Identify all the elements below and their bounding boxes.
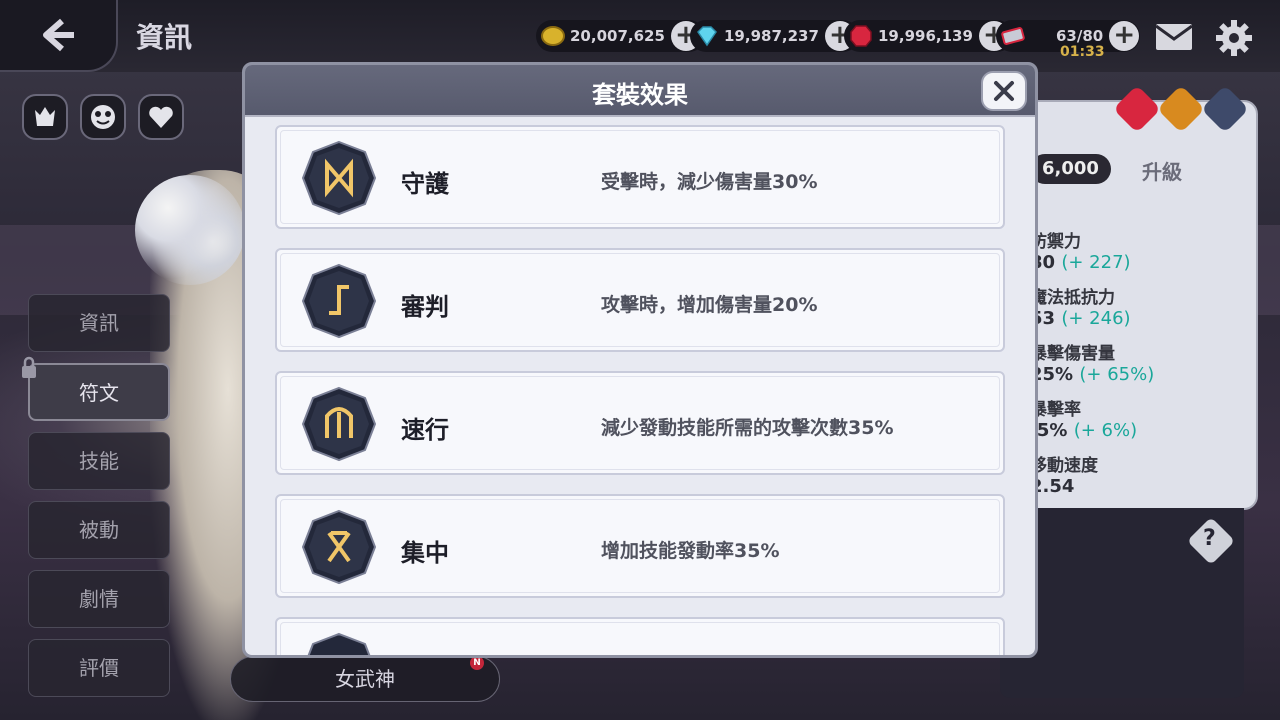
set-effect-row: 審判 攻擊時，增加傷害量20% bbox=[275, 248, 1005, 352]
back-button[interactable] bbox=[0, 0, 118, 72]
set-description: 受擊時，減少傷害量30% bbox=[601, 171, 818, 193]
set-description: 減少發動技能所需的攻擊次數35% bbox=[601, 417, 894, 439]
add-stamina-button[interactable]: + bbox=[1109, 21, 1140, 51]
stat-value: 25% (+ 65%) bbox=[1030, 364, 1154, 386]
back-arrow-icon bbox=[38, 15, 78, 55]
page-title: 資訊 bbox=[136, 21, 193, 54]
help-icon: ? bbox=[1203, 526, 1216, 551]
focus-rune-icon bbox=[301, 509, 377, 585]
heart-icon bbox=[149, 106, 173, 128]
set-effect-list: 守護 受擊時，減少傷害量30% 審判 攻擊時，增加傷害量20% 速行 減少發動技… bbox=[275, 125, 1007, 655]
ruby-counter: 19,996,139 + bbox=[844, 20, 1013, 52]
stat-value: 80 (+ 227) bbox=[1030, 252, 1154, 274]
stat-value: 2.54 bbox=[1030, 476, 1154, 498]
gear-icon[interactable] bbox=[1214, 18, 1254, 62]
diamond-icon bbox=[697, 26, 717, 47]
ruby-value: 19,996,139 bbox=[878, 27, 973, 45]
close-button[interactable] bbox=[981, 71, 1027, 111]
crown-face-icon bbox=[35, 107, 55, 126]
favorite-button[interactable] bbox=[138, 94, 184, 140]
gold-counter: 20,007,625 + bbox=[536, 20, 705, 52]
stat-bonus: (+ 246) bbox=[1061, 308, 1131, 329]
swift-rune-icon bbox=[301, 386, 377, 462]
diamond-value: 19,987,237 bbox=[724, 27, 819, 45]
set-name: 守護 bbox=[401, 170, 449, 198]
stat-name: 移動速度 bbox=[1030, 456, 1098, 476]
character-name-button[interactable]: 女武神 bbox=[230, 656, 500, 702]
upgrade-cost: 6,000 bbox=[1030, 154, 1111, 184]
set-description: 增加技能發動率35% bbox=[601, 540, 780, 562]
upgrade-button[interactable]: 升級 bbox=[1142, 156, 1182, 185]
set-name: 審判 bbox=[401, 293, 449, 321]
set-name: 速行 bbox=[401, 416, 449, 444]
character-flowers bbox=[135, 175, 245, 285]
costume-button[interactable] bbox=[22, 94, 68, 140]
stats-list: 防禦力 80 (+ 227) 魔法抵抗力 53 (+ 246) 暴擊傷害量 25… bbox=[1030, 232, 1154, 512]
set-effect-row: 速行 減少發動技能所需的攻擊次數35% bbox=[275, 371, 1005, 475]
lock-icon bbox=[20, 356, 38, 384]
set-effect-modal: 套裝效果 守護 受擊時，減少傷害量30% 審判 攻擊時，增加傷害量20% 速行 … bbox=[242, 62, 1038, 658]
stat-name: 暴擊率 bbox=[1030, 400, 1081, 420]
guard-rune-icon bbox=[301, 140, 377, 216]
stat-move-speed: 移動速度 2.54 bbox=[1030, 456, 1154, 498]
smile-face-icon bbox=[91, 105, 115, 129]
stat-crit-damage: 暴擊傷害量 25% (+ 65%) bbox=[1030, 344, 1154, 386]
stat-bonus: (+ 6%) bbox=[1073, 420, 1138, 441]
gold-value: 20,007,625 bbox=[570, 27, 665, 45]
close-icon bbox=[994, 81, 1014, 101]
set-description: 攻擊時，增加傷害量20% bbox=[601, 294, 818, 316]
modal-title: 套裝效果 bbox=[592, 81, 688, 109]
ruby-icon bbox=[850, 25, 872, 47]
set-effect-row: 守護 受擊時，減少傷害量30% bbox=[275, 125, 1005, 229]
new-badge: N bbox=[470, 656, 484, 670]
stat-name: 防禦力 bbox=[1030, 232, 1081, 252]
side-item-skill[interactable]: 技能 bbox=[28, 432, 170, 490]
stamina-value: 63/80 bbox=[1056, 27, 1104, 45]
ticket-icon bbox=[1001, 27, 1025, 45]
side-item-rune[interactable]: 符文 bbox=[28, 363, 170, 421]
stat-crit-rate: 暴擊率 .5% (+ 6%) bbox=[1030, 400, 1154, 442]
side-item-passive[interactable]: 被動 bbox=[28, 501, 170, 559]
side-item-story[interactable]: 劇情 bbox=[28, 570, 170, 628]
modal-header: 套裝效果 bbox=[245, 65, 1035, 117]
set-name: 集中 bbox=[401, 539, 449, 567]
stat-bonus: (+ 227) bbox=[1061, 252, 1131, 273]
emotion-button[interactable] bbox=[80, 94, 126, 140]
stat-bonus: (+ 65%) bbox=[1079, 364, 1155, 385]
stat-defense: 防禦力 80 (+ 227) bbox=[1030, 232, 1154, 274]
stat-name: 魔法抵抗力 bbox=[1030, 288, 1115, 308]
stat-value: 53 (+ 246) bbox=[1030, 308, 1154, 330]
stat-name: 暴擊傷害量 bbox=[1030, 344, 1115, 364]
judgement-rune-icon bbox=[301, 263, 377, 339]
stat-value: .5% (+ 6%) bbox=[1030, 420, 1154, 442]
stat-magic-resist: 魔法抵抗力 53 (+ 246) bbox=[1030, 288, 1154, 330]
side-item-info[interactable]: 資訊 bbox=[28, 294, 170, 352]
diamond-counter: 19,987,237 + bbox=[690, 20, 859, 52]
set-effect-row-partial bbox=[275, 617, 1005, 655]
set-effect-row: 集中 增加技能發動率35% bbox=[275, 494, 1005, 598]
mail-icon[interactable] bbox=[1154, 22, 1194, 56]
rune-icon bbox=[307, 632, 371, 655]
gold-coin-icon bbox=[541, 26, 565, 46]
side-menu: 資訊 符文 技能 被動 劇情 評價 bbox=[28, 294, 170, 708]
side-item-review[interactable]: 評價 bbox=[28, 639, 170, 697]
stamina-timer: 01:33 bbox=[1060, 44, 1105, 60]
